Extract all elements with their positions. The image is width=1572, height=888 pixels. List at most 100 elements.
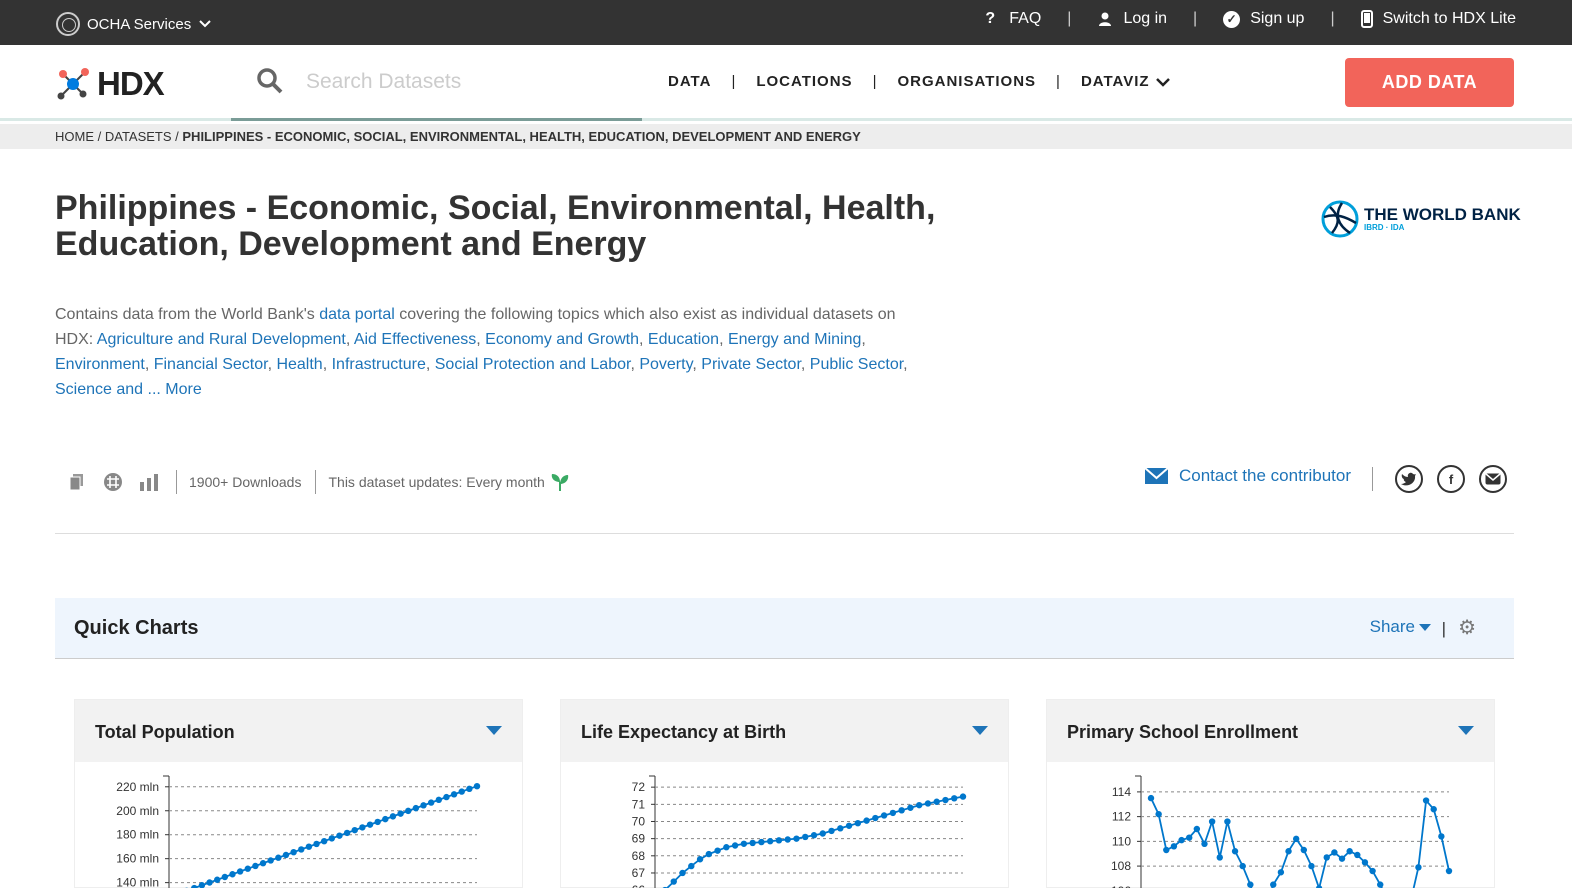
data-point (1247, 881, 1254, 888)
topic-link[interactable]: Financial Sector (154, 356, 268, 373)
title-line-2: Education, Development and Energy (55, 225, 647, 263)
contact-contributor-link[interactable]: Contact the contributor (1144, 466, 1351, 486)
envelope-icon (1144, 467, 1169, 484)
topic-link[interactable]: Infrastructure (332, 356, 426, 373)
desc-text: Contains data from the World Bank's (55, 306, 320, 323)
add-data-button[interactable]: ADD DATA (1345, 58, 1514, 107)
search-box[interactable]: Search Datasets (231, 45, 642, 121)
more-link[interactable]: ... More (148, 381, 202, 398)
data-point (723, 844, 730, 851)
data-point (1239, 862, 1246, 870)
topic-link[interactable]: Private Sector (701, 356, 801, 373)
data-point (1285, 848, 1292, 855)
contact-label: Contact the contributor (1179, 466, 1351, 485)
data-point (1208, 818, 1216, 825)
data-point (366, 821, 374, 828)
mobile-phone-icon (1360, 10, 1373, 28)
search-input[interactable]: Search Datasets (306, 70, 461, 94)
data-point (343, 829, 351, 837)
nav-locations[interactable]: LOCATIONS (756, 73, 852, 90)
data-point (775, 837, 783, 844)
y-tick-label: 114 (1112, 785, 1131, 799)
dataset-description: Contains data from the World Bank's data… (55, 302, 935, 402)
divider: | (1330, 10, 1335, 27)
divider: | (872, 73, 878, 90)
y-tick-label: 68 (632, 849, 646, 863)
data-point (837, 825, 844, 832)
data-point (863, 817, 870, 824)
data-point (305, 843, 313, 850)
data-point (784, 836, 791, 843)
data-point (466, 785, 473, 793)
breadcrumb-datasets[interactable]: DATASETS (105, 129, 172, 144)
world-bank-logo[interactable]: THE WORLD BANK IBRD · IDA (1320, 199, 1521, 239)
data-portal-link[interactable]: data portal (319, 306, 395, 323)
share-dropdown[interactable]: Share (1370, 617, 1431, 637)
top-bar: OCHA Services ? FAQ | Log in | ✓ Sign up… (0, 0, 1572, 45)
user-icon (1099, 12, 1112, 26)
data-point (1445, 867, 1453, 875)
y-tick-label: 200 mln (116, 804, 159, 818)
data-point (696, 856, 704, 863)
data-point (244, 865, 251, 872)
ocha-services-menu[interactable]: OCHA Services (56, 12, 212, 36)
un-logo-icon (56, 12, 80, 36)
topic-link[interactable]: Environment (55, 356, 145, 373)
topic-link[interactable]: Economy and Growth (485, 331, 639, 348)
hdx-lite-link[interactable]: Switch to HDX Lite (1360, 10, 1516, 28)
series-line (1150, 797, 1450, 888)
hdx-logo[interactable]: HDX (55, 65, 165, 103)
chart-title: Life Expectancy at Birth (581, 722, 787, 742)
topic-link[interactable]: Energy and Mining (728, 331, 861, 348)
topic-separator: , (903, 356, 908, 373)
faq-link[interactable]: ? FAQ (981, 10, 1041, 28)
topic-separator: , (719, 331, 728, 348)
data-point (1147, 794, 1155, 802)
y-tick-label: 180 mln (116, 828, 159, 842)
nav-dataviz[interactable]: DATAVIZ (1081, 73, 1171, 90)
data-point (435, 796, 442, 804)
divider: | (1441, 619, 1446, 638)
topic-link[interactable]: Agriculture and Rural Development (97, 331, 346, 348)
data-point (705, 850, 713, 858)
twitter-icon[interactable] (1395, 465, 1423, 493)
data-point (793, 835, 800, 842)
data-point (275, 854, 282, 861)
topic-link[interactable]: Health (276, 356, 322, 373)
topic-link[interactable]: Public Sector (810, 356, 903, 373)
login-link[interactable]: Log in (1097, 10, 1167, 28)
hdx-network-icon (57, 68, 89, 100)
search-icon[interactable] (256, 67, 284, 95)
nav-organisations[interactable]: ORGANISATIONS (897, 73, 1036, 90)
breadcrumb: HOME / DATASETS / PHILIPPINES - ECONOMIC… (0, 124, 1572, 149)
signup-link[interactable]: ✓ Sign up (1223, 10, 1304, 28)
topic-link[interactable]: Education (648, 331, 719, 348)
data-point (1331, 849, 1338, 856)
breadcrumb-home[interactable]: HOME (55, 129, 94, 144)
data-point (389, 813, 397, 820)
data-point (374, 818, 381, 826)
caret-down-icon[interactable] (486, 726, 502, 735)
chart-title: Primary School Enrollment (1067, 722, 1299, 742)
chart-card-header: Life Expectancy at Birth (561, 700, 1008, 762)
gear-icon[interactable]: ⚙ (1458, 615, 1476, 640)
data-point (670, 878, 677, 885)
nav-data[interactable]: DATA (668, 73, 711, 90)
data-point (845, 822, 853, 829)
caret-down-icon[interactable] (972, 726, 988, 735)
email-share-icon[interactable] (1479, 465, 1507, 493)
topic-link[interactable]: Poverty (639, 356, 692, 373)
divider (1372, 467, 1373, 491)
page-title: Philippines - Economic, Social, Environm… (55, 190, 955, 262)
topic-link[interactable]: Social Protection and Labor (435, 356, 631, 373)
data-point (1201, 840, 1208, 848)
data-point (236, 868, 244, 875)
topic-link[interactable]: Science and (55, 381, 143, 398)
chart-card-header: Total Population (75, 700, 522, 762)
y-tick-label: 140 mln (116, 876, 159, 888)
caret-down-icon[interactable] (1458, 726, 1474, 735)
topic-link[interactable]: Aid Effectiveness (354, 331, 476, 348)
facebook-icon[interactable]: f (1437, 465, 1465, 493)
data-point (854, 819, 862, 827)
topic-separator: , (144, 356, 154, 373)
